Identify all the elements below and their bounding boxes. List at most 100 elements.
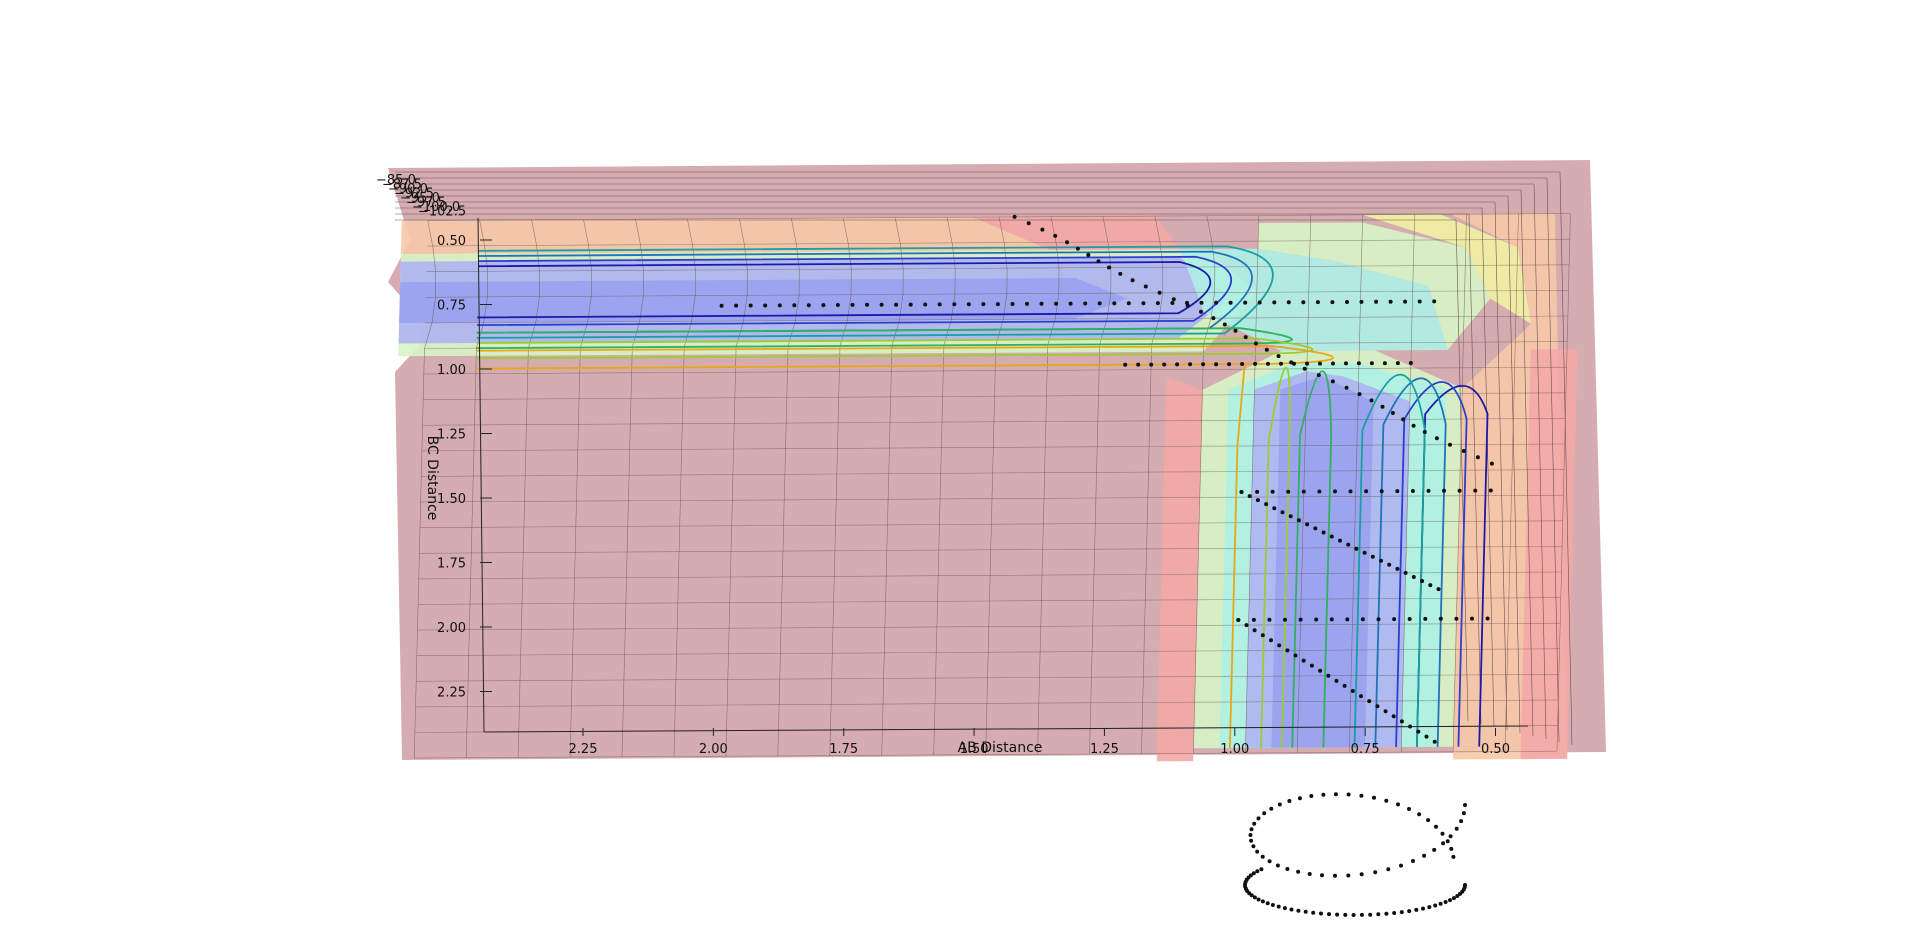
trajectory-point: [1343, 912, 1348, 917]
trajectory-point: [1432, 739, 1437, 744]
trajectory-point: [1359, 872, 1364, 877]
trajectory-point: [1386, 867, 1391, 872]
trajectory-point: [1010, 302, 1015, 306]
trajectory-point: [1395, 489, 1400, 494]
trajectory-point: [1298, 617, 1303, 622]
trajectory-point: [1249, 827, 1254, 832]
trajectory-point: [1296, 908, 1301, 913]
trajectory-point: [1320, 873, 1324, 878]
y-tick-label: 1.00: [437, 363, 466, 378]
trajectory-point: [1369, 398, 1374, 403]
trajectory-point: [1277, 643, 1282, 648]
trajectory-point: [1327, 912, 1331, 917]
trajectory-point: [1214, 362, 1219, 367]
y-tick-label: 0.75: [437, 299, 466, 314]
trajectory-point: [1253, 361, 1258, 366]
trajectory-point: [1457, 488, 1462, 493]
x-tick-label: 1.00: [1220, 742, 1249, 757]
trajectory-point: [1264, 347, 1269, 352]
trajectory-point: [1296, 518, 1301, 523]
trajectory-point: [1346, 542, 1351, 547]
trajectory-point: [1432, 847, 1437, 852]
trajectory-point: [1201, 362, 1206, 367]
trajectory-point: [1375, 704, 1380, 709]
trajectory-point: [1313, 526, 1318, 531]
trajectory-point: [1243, 335, 1248, 340]
y-axis-label: BC Distance: [424, 436, 440, 521]
trajectory-point: [1301, 300, 1306, 305]
x-axis-label: AB Distance: [958, 740, 1043, 756]
trajectory-point: [1288, 514, 1293, 519]
trajectory-point: [734, 303, 739, 308]
trajectory-point: [1417, 812, 1422, 817]
trajectory-point: [1255, 849, 1260, 854]
trajectory-point: [1251, 617, 1256, 622]
trajectory-point: [1280, 510, 1285, 515]
trajectory-point: [1387, 562, 1392, 567]
trajectory-point: [1236, 618, 1241, 622]
trajectory-point: [1448, 834, 1453, 839]
trajectory-point: [1112, 301, 1117, 306]
trajectory-point: [1408, 361, 1413, 365]
trajectory-point: [1264, 502, 1269, 507]
trajectory-point: [835, 303, 840, 307]
trajectory-point: [1451, 854, 1456, 859]
trajectory-point: [1316, 373, 1321, 378]
trajectory-point: [1391, 714, 1396, 719]
trajectory-point: [1255, 498, 1260, 503]
trajectory-point: [1345, 300, 1349, 304]
trajectory-point: [1380, 404, 1385, 409]
trajectory-point: [1305, 522, 1310, 527]
trajectory-point: [1285, 867, 1290, 871]
trajectory-point: [1420, 579, 1425, 583]
trajectory-point: [850, 302, 855, 307]
trajectory-point: [1309, 794, 1314, 798]
trajectory-point: [1370, 554, 1375, 559]
trajectory-point: [1348, 489, 1353, 494]
trajectory-point: [1083, 301, 1088, 306]
trajectory-point: [1333, 792, 1338, 797]
trajectory-point: [879, 302, 884, 307]
trajectory-point: [1319, 911, 1323, 916]
trajectory-point: [1411, 859, 1415, 863]
trajectory-point: [1436, 587, 1441, 592]
trajectory-point: [1422, 430, 1427, 434]
trajectory-point: [1360, 617, 1365, 622]
trajectory-point: [1149, 362, 1154, 367]
trajectory-point: [1443, 900, 1448, 904]
trajectory-point: [1311, 910, 1316, 915]
trajectory-point: [1357, 392, 1362, 397]
trajectory-point: [1251, 871, 1256, 876]
trajectory-point: [937, 302, 942, 307]
trajectory-point: [1239, 490, 1244, 494]
trajectory-point: [1445, 839, 1450, 844]
trajectory-point: [1157, 290, 1162, 295]
trajectory-point: [1251, 844, 1256, 849]
trajectory-point: [1359, 793, 1364, 798]
trajectory-point: [1262, 811, 1267, 816]
trajectory-point: [1395, 361, 1400, 366]
trajectory-point: [1384, 911, 1389, 916]
trajectory-point: [1272, 506, 1277, 511]
trajectory-point: [1254, 341, 1258, 346]
trajectory-point: [1485, 616, 1490, 621]
trajectory-point: [1228, 300, 1233, 305]
trajectory-point: [1039, 301, 1044, 306]
trajectory-point: [1247, 494, 1252, 499]
trajectory-point: [1473, 488, 1478, 493]
trajectory-point: [1448, 442, 1452, 447]
trajectory-point: [1342, 683, 1347, 688]
trajectory-point: [1285, 648, 1290, 653]
trajectory-point: [1448, 898, 1452, 903]
trajectory-point: [1438, 616, 1443, 621]
trajectory-point: [1434, 824, 1438, 829]
trajectory-point: [1367, 699, 1372, 704]
trajectory-point: [1269, 806, 1274, 811]
trajectory-point: [1301, 489, 1306, 494]
trajectory-point: [1346, 792, 1351, 797]
trajectory-point: [1345, 617, 1350, 622]
trajectory-point: [1489, 461, 1494, 466]
trajectory-point: [1427, 905, 1432, 910]
trajectory-point: [865, 302, 869, 307]
trajectory-point: [1426, 488, 1431, 493]
